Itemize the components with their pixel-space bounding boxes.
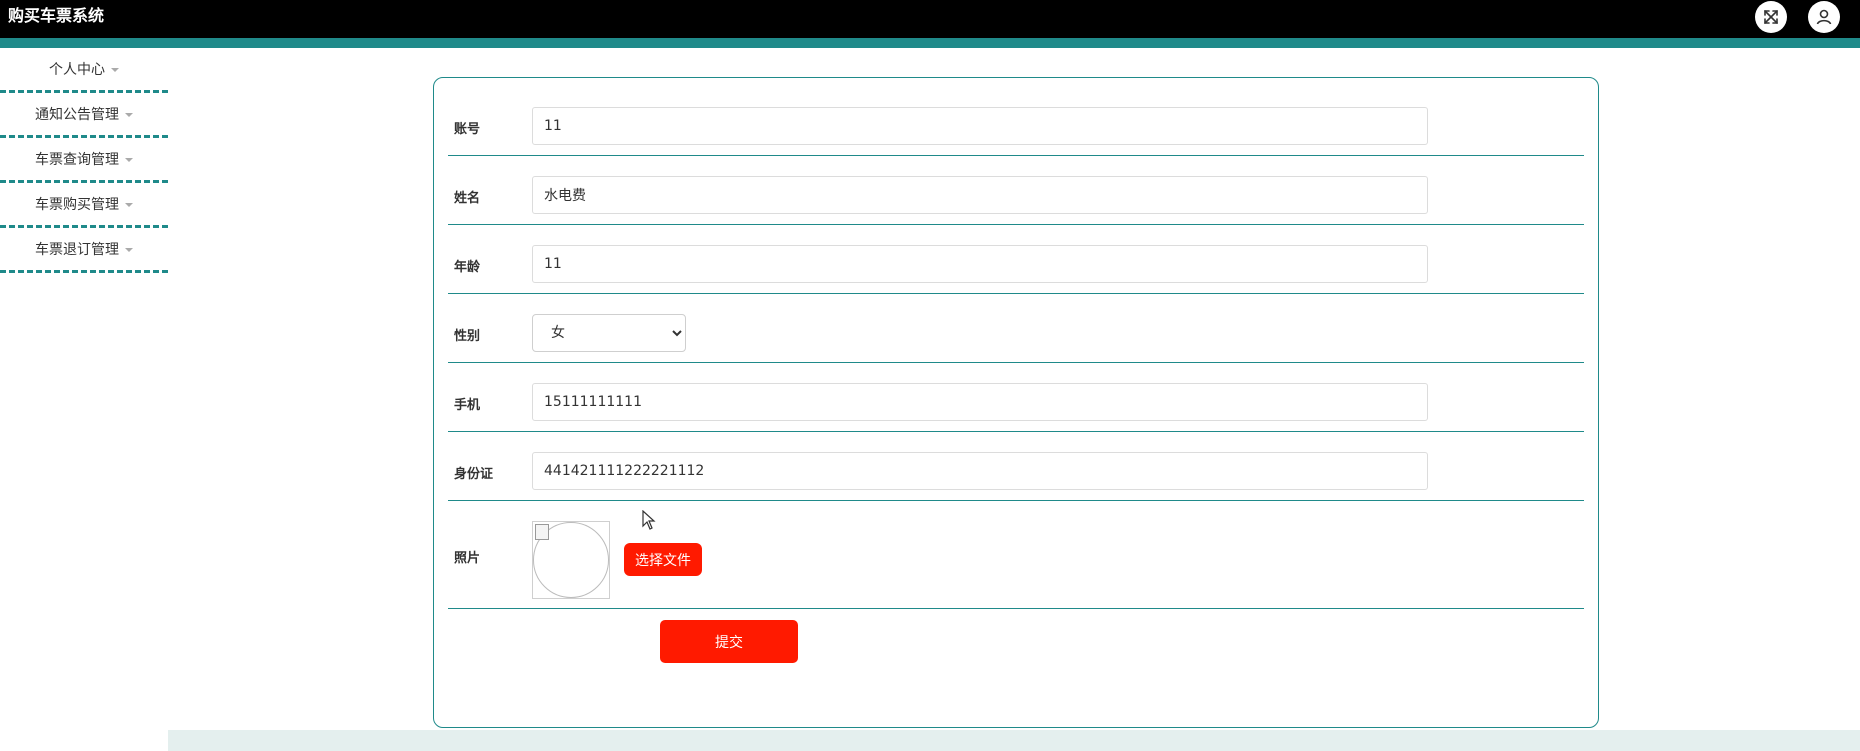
sidebar-item-ticket-query[interactable]: 车票查询管理 xyxy=(0,138,168,183)
user-icon xyxy=(1815,8,1833,26)
gender-row: 性别 女 xyxy=(448,294,1584,363)
caret-down-icon xyxy=(125,203,133,207)
age-input[interactable] xyxy=(532,245,1428,283)
phone-input[interactable] xyxy=(532,383,1428,421)
phone-label: 手机 xyxy=(454,398,481,413)
photo-label: 照片 xyxy=(454,551,481,566)
sidebar-item-label: 车票查询管理 xyxy=(35,152,119,168)
caret-down-icon xyxy=(125,248,133,252)
submit-button[interactable]: 提交 xyxy=(660,620,798,663)
sidebar-item-ticket-refund[interactable]: 车票退订管理 xyxy=(0,228,168,273)
fullscreen-button[interactable] xyxy=(1755,1,1787,33)
gender-select[interactable]: 女 xyxy=(532,314,686,352)
sidebar-item-personal-center[interactable]: 个人中心 xyxy=(0,48,168,93)
photo-preview xyxy=(532,521,610,599)
gender-label: 性别 xyxy=(454,329,481,344)
sidebar-item-label: 通知公告管理 xyxy=(35,107,119,123)
top-bar-accent xyxy=(0,38,1860,48)
caret-down-icon xyxy=(125,113,133,117)
age-row: 年龄 xyxy=(448,225,1584,294)
sidebar-item-label: 车票退订管理 xyxy=(35,242,119,258)
id-card-label: 身份证 xyxy=(454,467,494,482)
name-label: 姓名 xyxy=(454,191,481,206)
top-bar: 购买车票系统 xyxy=(0,0,1860,38)
account-label: 账号 xyxy=(454,122,481,137)
account-row: 账号 xyxy=(448,78,1584,156)
profile-form: 账号 姓名 年龄 性别 女 手机 身份证 照片 选择文件 提交 xyxy=(433,77,1599,728)
choose-file-button[interactable]: 选择文件 xyxy=(624,543,702,576)
bottom-strip xyxy=(168,730,1860,751)
name-input[interactable] xyxy=(532,176,1428,214)
broken-image-icon xyxy=(535,524,549,540)
mouse-cursor-icon xyxy=(642,509,656,534)
app-title: 购买车票系统 xyxy=(8,6,105,25)
fullscreen-icon xyxy=(1762,8,1780,26)
sidebar-item-ticket-purchase[interactable]: 车票购买管理 xyxy=(0,183,168,228)
account-input[interactable] xyxy=(532,107,1428,145)
caret-down-icon xyxy=(111,68,119,72)
sidebar: 个人中心 通知公告管理 车票查询管理 车票购买管理 车票退订管理 xyxy=(0,48,168,273)
sidebar-item-label: 个人中心 xyxy=(49,62,105,78)
age-label: 年龄 xyxy=(454,260,481,275)
sidebar-item-notice-management[interactable]: 通知公告管理 xyxy=(0,93,168,138)
id-card-row: 身份证 xyxy=(448,432,1584,501)
name-row: 姓名 xyxy=(448,156,1584,225)
id-card-input[interactable] xyxy=(532,452,1428,490)
user-button[interactable] xyxy=(1808,1,1840,33)
caret-down-icon xyxy=(125,158,133,162)
photo-row: 照片 选择文件 xyxy=(448,501,1584,609)
phone-row: 手机 xyxy=(448,363,1584,432)
sidebar-item-label: 车票购买管理 xyxy=(35,197,119,213)
